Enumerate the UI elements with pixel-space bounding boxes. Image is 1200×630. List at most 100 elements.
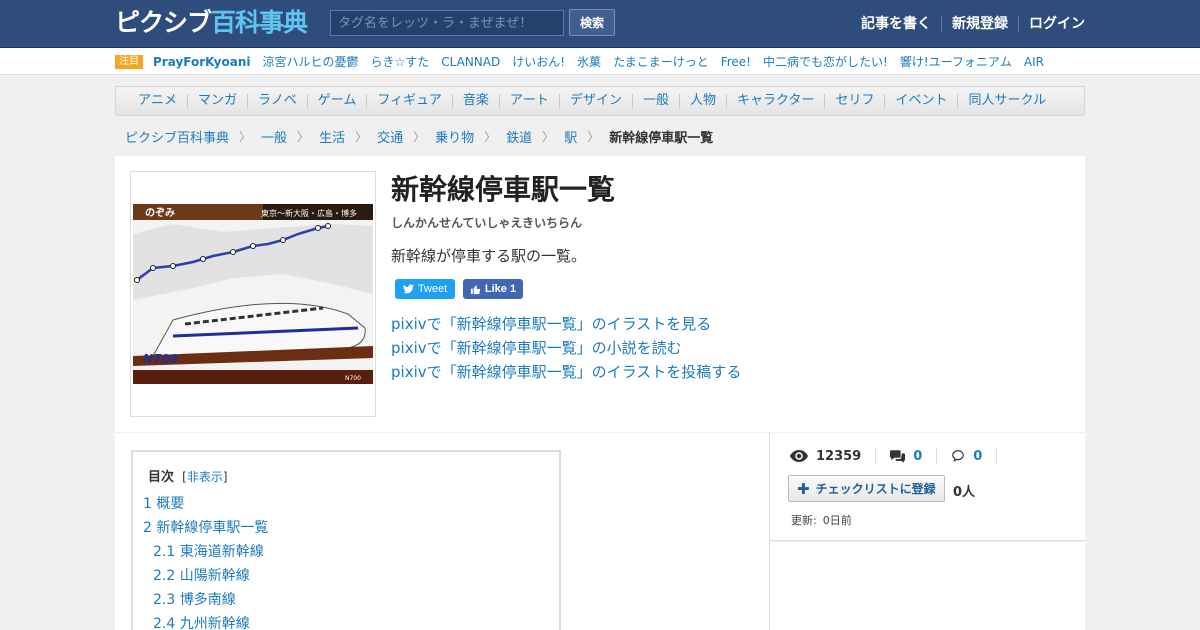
category-nav: アニメ マンガ ラノベ ゲーム フィギュア 音楽 アート デザイン 一般 人物 …	[115, 86, 1085, 116]
featured-item[interactable]: けいおん!	[512, 53, 565, 70]
login-link[interactable]: ログイン	[1018, 16, 1085, 32]
speech-bubble-icon	[952, 450, 965, 462]
category-person[interactable]: 人物	[678, 94, 726, 108]
toc-title: 目次	[148, 470, 175, 485]
toc-item[interactable]: 2.1 東海道新幹線	[143, 540, 268, 564]
add-to-checklist-button[interactable]: ✚ チェックリストに登録	[788, 475, 945, 502]
toc-item[interactable]: 1 概要	[143, 492, 268, 516]
site-logo[interactable]: ピクシブ百科事典	[115, 8, 308, 38]
reply-count-value: 0	[973, 448, 983, 464]
article-stats: 12359 0 0	[790, 447, 1025, 465]
toc-item[interactable]: 2 新幹線停車駅一覧	[143, 516, 268, 540]
logo-text-dictionary: 百科事典	[211, 8, 308, 37]
category-music[interactable]: 音楽	[451, 94, 499, 108]
breadcrumb-item[interactable]: ピクシブ百科事典	[125, 127, 229, 146]
chevron-right-icon: 〉	[239, 129, 252, 144]
featured-item[interactable]: Free!	[721, 55, 751, 69]
category-general[interactable]: 一般	[631, 94, 679, 108]
category-design[interactable]: デザイン	[558, 94, 632, 108]
toc-bracket-close: ]	[222, 470, 228, 484]
featured-badge: 注目	[115, 54, 143, 69]
featured-item[interactable]: PrayForKyoani	[153, 55, 251, 69]
featured-bar: 注目 PrayForKyoani 涼宮ハルヒの憂鬱 らき☆すた CLANNAD …	[0, 48, 1200, 75]
breadcrumb-current: 新幹線停車駅一覧	[609, 130, 714, 146]
category-figure[interactable]: フィギュア	[366, 94, 451, 108]
updated-label: 更新:	[791, 514, 817, 527]
breadcrumb-item[interactable]: 乗り物	[435, 127, 474, 146]
comments-icon	[890, 449, 906, 463]
pixiv-links: pixivで「新幹線停車駅一覧」のイラストを見る pixivで「新幹線停車駅一覧…	[391, 312, 741, 384]
featured-item[interactable]: AIR	[1024, 55, 1044, 69]
logo-text-pixiv: ピクシブ	[115, 8, 212, 37]
eye-icon	[790, 450, 808, 462]
search-input[interactable]	[330, 10, 564, 36]
article-thumbnail[interactable]: のぞみ 東京～新大阪・広島・博多 N700 N700	[130, 171, 376, 417]
tweet-button[interactable]: Tweet	[395, 279, 455, 299]
tweet-label: Tweet	[417, 283, 448, 295]
article-body: 目次 [非表示] 1 概要 2 新幹線停車駅一覧 2.1 東海道新幹線 2.2 …	[115, 433, 769, 630]
page-title: 新幹線停車駅一覧	[391, 173, 616, 206]
featured-item[interactable]: たまこまーけっと	[613, 53, 709, 70]
updated-value: 0日前	[822, 514, 852, 527]
like-label: Like 1	[484, 283, 517, 295]
signup-link[interactable]: 新規登録	[941, 16, 1018, 32]
featured-item[interactable]: 氷菓	[577, 53, 601, 70]
category-anime[interactable]: アニメ	[128, 94, 187, 108]
twitter-bird-icon	[402, 284, 414, 294]
category-manga[interactable]: マンガ	[187, 94, 247, 108]
breadcrumb-item[interactable]: 生活	[319, 127, 345, 146]
toc-hide-toggle[interactable]: 非表示	[187, 470, 223, 484]
toc-item[interactable]: 2.4 九州新幹線	[143, 612, 268, 630]
category-event[interactable]: イベント	[884, 94, 957, 108]
featured-item[interactable]: 涼宮ハルヒの憂鬱	[263, 53, 359, 70]
category-game[interactable]: ゲーム	[306, 94, 367, 108]
chevron-right-icon: 〉	[587, 129, 600, 144]
toc-item[interactable]: 2.3 博多南線	[143, 588, 268, 612]
view-count-value: 12359	[816, 448, 862, 464]
thumbs-up-icon	[470, 284, 481, 294]
chevron-right-icon: 〉	[413, 129, 426, 144]
featured-item[interactable]: 中二病でも恋がしたい!	[763, 53, 888, 70]
featured-item[interactable]: らき☆すた	[371, 53, 430, 70]
reply-count[interactable]: 0	[936, 448, 996, 464]
chevron-right-icon: 〉	[542, 129, 555, 144]
site-header: ピクシブ百科事典 検索 記事を書く 新規登録 ログイン	[0, 0, 1200, 48]
table-of-contents: 目次 [非表示] 1 概要 2 新幹線停車駅一覧 2.1 東海道新幹線 2.2 …	[131, 450, 561, 630]
featured-item[interactable]: CLANNAD	[441, 55, 500, 69]
category-character[interactable]: キャラクター	[725, 94, 824, 108]
category-lightnovel[interactable]: ラノベ	[247, 94, 307, 108]
post-illustration-link[interactable]: pixivで「新幹線停車駅一覧」のイラストを投稿する	[391, 360, 741, 384]
stats-end-divider	[996, 448, 1025, 464]
featured-item[interactable]: 響け!ユーフォニアム	[900, 53, 1012, 70]
read-novels-link[interactable]: pixivで「新幹線停車駅一覧」の小説を読む	[391, 336, 741, 360]
breadcrumb-item[interactable]: 鉄道	[506, 127, 532, 146]
image-caption: N700	[345, 375, 361, 382]
updated-info: 更新: 0日前	[791, 512, 852, 528]
toc-item[interactable]: 2.2 山陽新幹線	[143, 564, 268, 588]
category-quote[interactable]: セリフ	[824, 94, 884, 108]
view-count: 12359	[790, 448, 875, 464]
breadcrumb-item[interactable]: 一般	[261, 127, 287, 146]
checklist-button-label: チェックリストに登録	[815, 482, 936, 496]
breadcrumb: ピクシブ百科事典 〉 一般 〉 生活 〉 交通 〉 乗り物 〉 鉄道 〉 駅 〉…	[125, 126, 713, 146]
article-sidebar: 12359 0 0 ✚ チェックリストに登録 0人 更新: 0日前	[770, 433, 1085, 541]
article-description: 新幹線が停車する駅の一覧。	[391, 247, 587, 265]
category-doujin-circle[interactable]: 同人サークル	[957, 94, 1056, 108]
checklist-count: 0人	[953, 485, 976, 500]
header-nav: 記事を書く 新規登録 ログイン	[851, 0, 1085, 48]
chevron-right-icon: 〉	[484, 129, 497, 144]
article-header: のぞみ 東京～新大阪・広島・博多 N700 N700 新幹線停車駅一覧 しんかん…	[115, 156, 1085, 432]
category-art[interactable]: アート	[498, 94, 559, 108]
breadcrumb-item[interactable]: 交通	[377, 127, 403, 146]
sidebar-panel	[770, 542, 1085, 630]
chevron-right-icon: 〉	[355, 129, 368, 144]
view-illustrations-link[interactable]: pixivで「新幹線停車駅一覧」のイラストを見る	[391, 312, 741, 336]
facebook-like-button[interactable]: Like 1	[463, 279, 523, 299]
shinkansen-route-map-image: のぞみ 東京～新大阪・広島・博多 N700 N700	[133, 204, 373, 384]
chevron-right-icon: 〉	[297, 129, 310, 144]
write-article-link[interactable]: 記事を書く	[851, 16, 941, 32]
plus-icon: ✚	[797, 479, 810, 498]
comment-count[interactable]: 0	[875, 448, 936, 464]
search-button[interactable]: 検索	[569, 9, 615, 36]
breadcrumb-item[interactable]: 駅	[564, 127, 577, 146]
